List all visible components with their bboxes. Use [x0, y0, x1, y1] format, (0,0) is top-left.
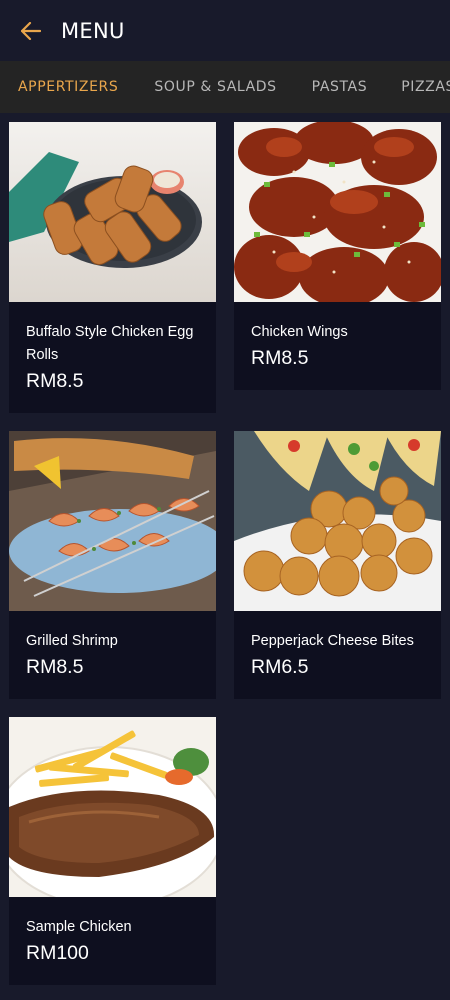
menu-grid: Buffalo Style Chicken Egg Rolls RM8.5 Ch…	[9, 122, 441, 985]
menu-item-image	[234, 122, 441, 302]
menu-item-name: Sample Chicken	[26, 919, 132, 935]
arrow-left-icon	[21, 21, 41, 40]
menu-item-name: Grilled Shrimp	[26, 633, 118, 649]
menu-item-card[interactable]: Buffalo Style Chicken Egg Rolls RM8.5	[9, 122, 216, 413]
menu-item-card[interactable]: Grilled Shrimp RM8.5	[9, 431, 216, 699]
back-button[interactable]	[19, 19, 43, 43]
menu-item-price: RM8.5	[251, 347, 309, 369]
tab-soup-salads[interactable]: SOUP & SALADS	[154, 79, 276, 95]
menu-item-image	[234, 431, 441, 611]
menu-item-image	[9, 717, 216, 897]
menu-item-name: Pepperjack Cheese Bites	[251, 633, 414, 649]
tab-pastas[interactable]: PASTAS	[312, 79, 368, 95]
menu-item-price: RM8.5	[26, 656, 84, 678]
page-title: MENU	[61, 18, 125, 43]
menu-item-price: RM100	[26, 942, 89, 964]
menu-item-card[interactable]: Sample Chicken RM100	[9, 717, 216, 985]
tab-appertizers[interactable]: APPERTIZERS	[18, 79, 118, 95]
menu-item-image	[9, 431, 216, 611]
menu-item-name: Buffalo Style Chicken Egg Rolls	[26, 324, 194, 363]
menu-item-name: Chicken Wings	[251, 324, 348, 340]
menu-item-card[interactable]: Pepperjack Cheese Bites RM6.5	[234, 431, 441, 699]
menu-item-price: RM8.5	[26, 370, 84, 392]
menu-item-card[interactable]: Chicken Wings RM8.5	[234, 122, 441, 390]
tab-pizzas[interactable]: PIZZAS	[401, 79, 450, 95]
app-header: MENU	[0, 0, 450, 61]
menu-item-image	[9, 122, 216, 302]
category-tabs: APPERTIZERS SOUP & SALADS PASTAS PIZZAS	[0, 61, 450, 113]
menu-screen: MENU APPERTIZERS SOUP & SALADS PASTAS PI…	[0, 0, 450, 1000]
menu-item-price: RM6.5	[251, 656, 309, 678]
